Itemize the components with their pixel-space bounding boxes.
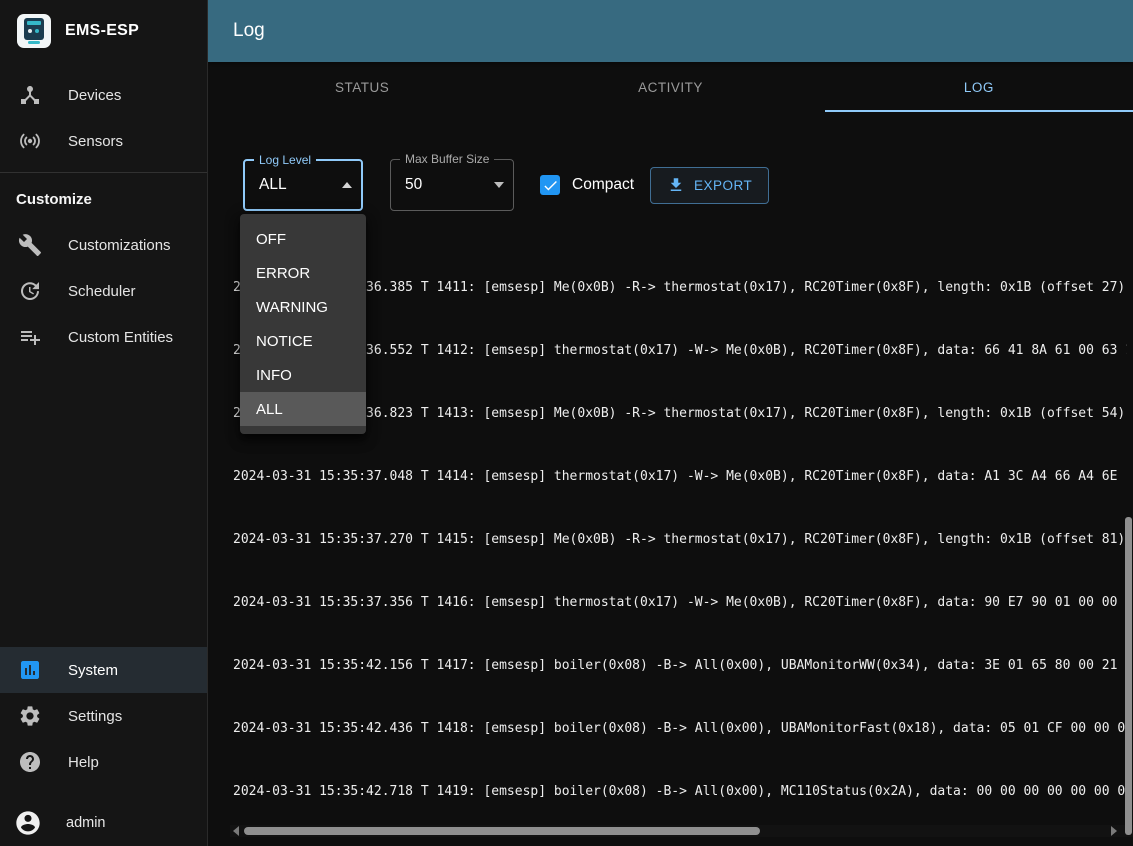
bar-chart-icon [18,658,42,682]
log-level-select-value: ALL [259,176,287,194]
tab-log[interactable]: LOG [825,62,1133,112]
vertical-scrollbar-thumb[interactable] [1125,517,1132,835]
tab-indicator [825,110,1133,112]
sidebar-item-system[interactable]: System [0,647,207,693]
log-line: 2024-03-31 15:35:42.156 T 1417: [emsesp]… [233,655,1127,676]
app-title: EMS-ESP [65,22,139,40]
compact-checkbox-label[interactable]: Compact [572,176,634,194]
export-button[interactable]: EXPORT [650,167,769,204]
tab-bar: STATUS ACTIVITY LOG [208,62,1133,112]
max-buffer-select-label: Max Buffer Size [400,152,494,166]
horizontal-scrollbar[interactable] [230,825,1133,837]
menu-item-error[interactable]: ERROR [240,256,366,290]
page-title: Log [233,20,265,42]
download-icon [667,176,685,194]
log-level-select-label: Log Level [254,153,316,167]
caret-down-icon [494,182,504,188]
scroll-right-arrow-icon[interactable] [1111,826,1117,836]
playlist-add-icon [18,325,42,349]
log-line: 2024-03-31 15:35:42.718 T 1419: [emsesp]… [233,781,1127,802]
sidebar-item-custom-entities[interactable]: Custom Entities [0,314,207,360]
sidebar-item-sensors[interactable]: Sensors [0,118,207,164]
user-name: admin [66,815,106,831]
menu-item-all[interactable]: ALL [240,392,366,426]
menu-item-off[interactable]: OFF [240,222,366,256]
sidebar-bottom-group: System Settings Help [0,647,207,785]
sidebar-item-customizations[interactable]: Customizations [0,222,207,268]
gear-icon [18,704,42,728]
main-content: Log STATUS ACTIVITY LOG Log Level ALL Ma… [208,0,1133,846]
sidebar-item-help[interactable]: Help [0,739,207,785]
tab-activity[interactable]: ACTIVITY [516,62,824,112]
sensors-icon [18,129,42,153]
menu-item-info[interactable]: INFO [240,358,366,392]
sidebar-item-label: Sensors [68,133,123,150]
sidebar-section-customize: Customize [0,173,207,222]
log-controls: Log Level ALL Max Buffer Size 50 Compact… [208,152,1133,218]
horizontal-scrollbar-thumb[interactable] [244,827,760,835]
clock-update-icon [18,279,42,303]
scroll-left-arrow-icon[interactable] [233,826,239,836]
sidebar-nav: Devices Sensors Customize [0,62,207,360]
sidebar-item-label: Custom Entities [68,329,173,346]
sidebar-item-label: System [68,662,118,679]
ems-esp-app: EMS-ESP Devices Se [0,0,1133,846]
compact-checkbox-row: Compact [540,175,634,195]
log-line: 2024-03-31 15:35:37.048 T 1414: [emsesp]… [233,466,1127,487]
compact-checkbox[interactable] [540,175,560,195]
sidebar-item-label: Scheduler [68,283,136,300]
help-icon [18,750,42,774]
sidebar-item-label: Devices [68,87,121,104]
log-line: 2024-03-31 15:35:36.552 T 1412: [emsesp]… [233,340,1127,361]
appbar: Log [208,0,1133,62]
menu-item-warning[interactable]: WARNING [240,290,366,324]
log-line: 2024-03-31 15:35:36.385 T 1411: [emsesp]… [233,277,1127,298]
sidebar-item-label: Customizations [68,237,171,254]
sidebar-item-scheduler[interactable]: Scheduler [0,268,207,314]
sidebar-user-admin[interactable]: admin [0,800,207,846]
log-line: 2024-03-31 15:35:36.823 T 1413: [emsesp]… [233,403,1127,424]
sidebar-item-devices[interactable]: Devices [0,72,207,118]
log-line: 2024-03-31 15:35:37.356 T 1416: [emsesp]… [233,592,1127,613]
sidebar-item-settings[interactable]: Settings [0,693,207,739]
wrench-icon [18,233,42,257]
sidebar-item-label: Help [68,754,99,771]
ems-esp-logo-icon [16,13,52,49]
log-line: 2024-03-31 15:35:37.270 T 1415: [emsesp]… [233,529,1127,550]
devices-icon [18,83,42,107]
log-level-select[interactable]: Log Level ALL [243,159,363,211]
account-circle-icon [14,809,42,837]
caret-up-icon [342,182,352,188]
max-buffer-select[interactable]: Max Buffer Size 50 [390,159,514,211]
log-level-menu: OFF ERROR WARNING NOTICE INFO ALL [240,214,366,434]
sidebar-item-label: Settings [68,708,122,725]
tab-status[interactable]: STATUS [208,62,516,112]
menu-item-notice[interactable]: NOTICE [240,324,366,358]
sidebar-header: EMS-ESP [0,0,207,62]
sidebar: EMS-ESP Devices Se [0,0,208,846]
max-buffer-select-value: 50 [405,176,422,194]
export-button-label: EXPORT [694,178,752,193]
log-line: 2024-03-31 15:35:42.436 T 1418: [emsesp]… [233,718,1127,739]
